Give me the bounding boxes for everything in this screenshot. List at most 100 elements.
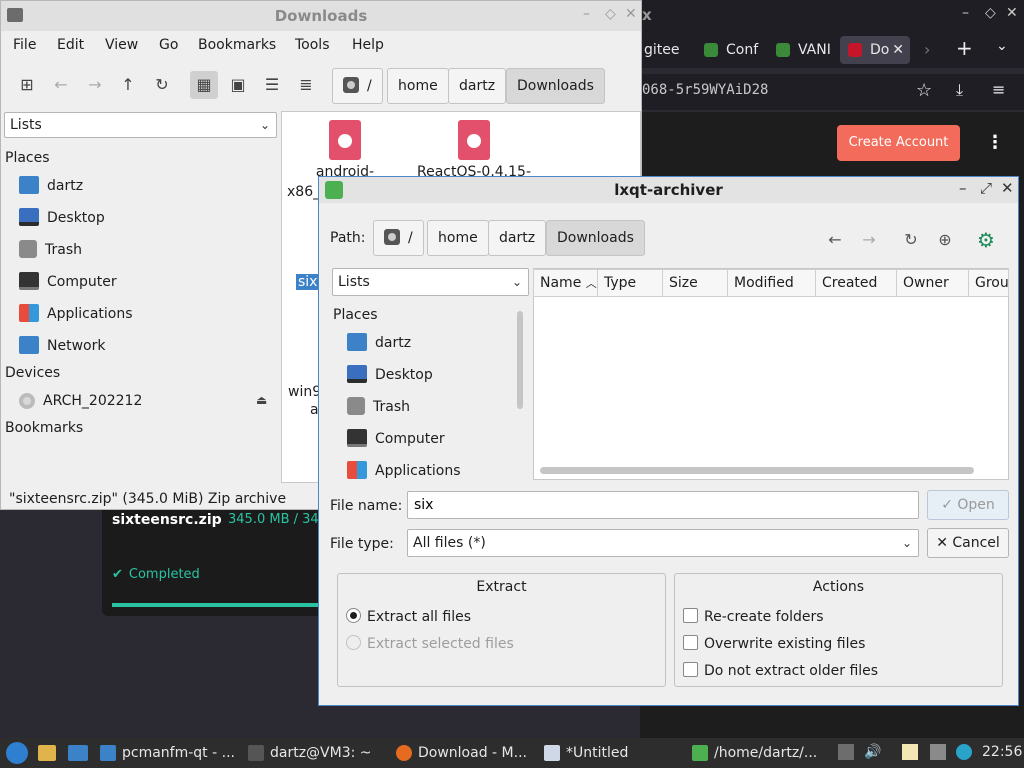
restore-icon[interactable]: ⤢ xyxy=(980,179,992,197)
task-archiver[interactable]: /home/dartz/... xyxy=(692,741,817,765)
new-window-icon[interactable]: ⊞ xyxy=(13,71,41,99)
reload-icon[interactable]: ↻ xyxy=(898,227,924,253)
arch-sidebar-item-computer[interactable]: Computer xyxy=(347,427,445,451)
chevron-down-icon[interactable]: ⌄ xyxy=(996,38,1008,54)
detail-view-icon[interactable]: ≣ xyxy=(292,71,320,99)
show-desktop-icon[interactable] xyxy=(68,745,88,761)
column-size[interactable]: Size xyxy=(663,269,728,297)
menu-file[interactable]: File xyxy=(13,37,36,53)
browser-tab-download[interactable]: Do ✕ xyxy=(840,36,910,64)
thumbnail-view-icon[interactable]: ▣ xyxy=(224,71,252,99)
arch-sidebar-item-dartz[interactable]: dartz xyxy=(347,331,411,355)
sidebar-item-arch-device[interactable]: ARCH_202212 xyxy=(19,389,142,413)
cancel-button[interactable]: ✕ Cancel xyxy=(927,528,1009,558)
new-folder-icon[interactable]: ⊕ xyxy=(932,227,958,253)
overwrite-existing-checkbox[interactable]: Overwrite existing files xyxy=(683,635,865,652)
sidebar-item-applications[interactable]: Applications xyxy=(19,302,133,326)
path-dartz[interactable]: dartz xyxy=(448,68,507,104)
path-root[interactable]: / xyxy=(332,68,383,104)
notes-icon[interactable] xyxy=(902,744,918,760)
menu-bookmarks[interactable]: Bookmarks xyxy=(198,37,276,53)
display-icon[interactable] xyxy=(930,744,946,760)
column-type[interactable]: Type xyxy=(598,269,663,297)
forward-arrow-icon[interactable]: → xyxy=(81,71,109,99)
sidebar-item-network[interactable]: Network xyxy=(19,334,105,358)
path-home[interactable]: home xyxy=(387,68,449,104)
file-item-win9[interactable]: win9 xyxy=(288,384,321,400)
forward-arrow-icon[interactable]: → xyxy=(856,227,882,253)
back-arrow-icon[interactable]: ← xyxy=(822,227,848,253)
file-item-android[interactable]: android- xyxy=(310,120,380,180)
close-icon[interactable]: ✕ xyxy=(1001,179,1014,197)
browser-url-bar[interactable]: 068-5r59WYAiD28 ☆ ⤓ ≡ xyxy=(640,74,1024,110)
arch-side-mode-select[interactable]: Lists ⌄ xyxy=(332,268,529,296)
sidebar-scrollbar[interactable] xyxy=(517,311,523,409)
arch-sidebar-item-applications[interactable]: Applications xyxy=(347,459,461,483)
arch-sidebar-item-trash[interactable]: Trash xyxy=(347,395,410,419)
back-arrow-icon[interactable]: ← xyxy=(47,71,75,99)
extract-selected-radio[interactable]: Extract selected files xyxy=(346,635,514,652)
settings-gear-icon[interactable]: ⚙ xyxy=(973,227,999,253)
menu-tools[interactable]: Tools xyxy=(295,37,330,53)
browser-tab-gitee[interactable]: gitee xyxy=(642,36,700,64)
task-editor[interactable]: *Untitled xyxy=(544,741,628,765)
create-account-button[interactable]: Create Account xyxy=(837,125,960,161)
icon-view-icon[interactable]: ▦ xyxy=(190,71,218,99)
side-pane-mode-select[interactable]: Lists ⌄ xyxy=(4,112,277,138)
restore-icon[interactable]: ◇ xyxy=(985,5,996,21)
task-firefox[interactable]: Download - M... xyxy=(396,741,527,765)
up-arrow-icon[interactable]: ↑ xyxy=(114,71,142,99)
column-group[interactable]: Grou xyxy=(969,269,1009,297)
extract-all-radio[interactable]: Extract all files xyxy=(346,608,471,625)
compact-view-icon[interactable]: ☰ xyxy=(258,71,286,99)
minimize-icon[interactable]: – xyxy=(583,6,590,22)
column-modified[interactable]: Modified xyxy=(728,269,816,297)
file-item-reactos[interactable]: ReactOS-0.4.15- xyxy=(414,120,534,180)
column-created[interactable]: Created xyxy=(816,269,897,297)
clipboard-icon[interactable] xyxy=(838,744,854,760)
menu-edit[interactable]: Edit xyxy=(57,37,84,53)
path-downloads[interactable]: Downloads xyxy=(506,68,605,104)
hamburger-menu-icon[interactable]: ≡ xyxy=(992,80,1005,99)
restore-icon[interactable]: ◇ xyxy=(605,6,616,22)
task-pcmanfm[interactable]: pcmanfm-qt - ... xyxy=(100,741,235,765)
minimize-icon[interactable]: – xyxy=(959,179,967,197)
file-manager-launcher-icon[interactable] xyxy=(38,745,56,761)
sidebar-item-computer[interactable]: Computer xyxy=(19,270,117,294)
browser-tab-vani[interactable]: VANI xyxy=(768,36,840,64)
file-type-select[interactable]: All files (*) ⌄ xyxy=(407,529,919,557)
browser-tab-conf[interactable]: Conf xyxy=(696,36,768,64)
downloads-icon[interactable]: ⤓ xyxy=(956,80,963,100)
menu-go[interactable]: Go xyxy=(159,37,178,53)
no-older-files-checkbox[interactable]: Do not extract older files xyxy=(683,662,878,679)
task-terminal[interactable]: dartz@VM3: ~ xyxy=(248,741,372,765)
start-menu-icon[interactable] xyxy=(6,742,28,764)
arch-sidebar-item-desktop[interactable]: Desktop xyxy=(347,363,433,387)
updates-icon[interactable] xyxy=(956,744,972,760)
column-name[interactable]: Name ︿ xyxy=(533,269,598,297)
arch-path-downloads[interactable]: Downloads xyxy=(546,220,645,256)
menu-view[interactable]: View xyxy=(105,37,138,53)
open-button[interactable]: ✓ Open xyxy=(927,490,1009,520)
sidebar-item-dartz[interactable]: dartz xyxy=(19,174,83,198)
column-owner[interactable]: Owner xyxy=(897,269,969,297)
archiver-file-list[interactable] xyxy=(533,268,1009,480)
bookmark-star-icon[interactable]: ☆ xyxy=(916,80,932,101)
file-name-input[interactable] xyxy=(407,491,919,519)
eject-icon[interactable]: ⏏ xyxy=(256,393,267,407)
arch-path-root[interactable]: / xyxy=(373,220,424,256)
chevron-right-icon[interactable]: › xyxy=(924,40,930,59)
arch-path-home[interactable]: home xyxy=(427,220,489,256)
minimize-icon[interactable]: – xyxy=(962,5,969,21)
new-tab-icon[interactable]: + xyxy=(956,36,973,60)
sidebar-item-trash[interactable]: Trash xyxy=(19,238,82,262)
close-tab-icon[interactable]: ✕ xyxy=(892,36,904,64)
close-icon[interactable]: ✕ xyxy=(625,6,637,22)
arch-path-dartz[interactable]: dartz xyxy=(488,220,547,256)
volume-icon[interactable]: 🔊 xyxy=(864,744,881,760)
horizontal-scrollbar[interactable] xyxy=(540,467,974,474)
reload-icon[interactable]: ↻ xyxy=(148,71,176,99)
sidebar-item-desktop[interactable]: Desktop xyxy=(19,206,105,230)
recreate-folders-checkbox[interactable]: Re-create folders xyxy=(683,608,824,625)
kebab-menu-icon[interactable]: ⋮ xyxy=(986,134,1004,152)
